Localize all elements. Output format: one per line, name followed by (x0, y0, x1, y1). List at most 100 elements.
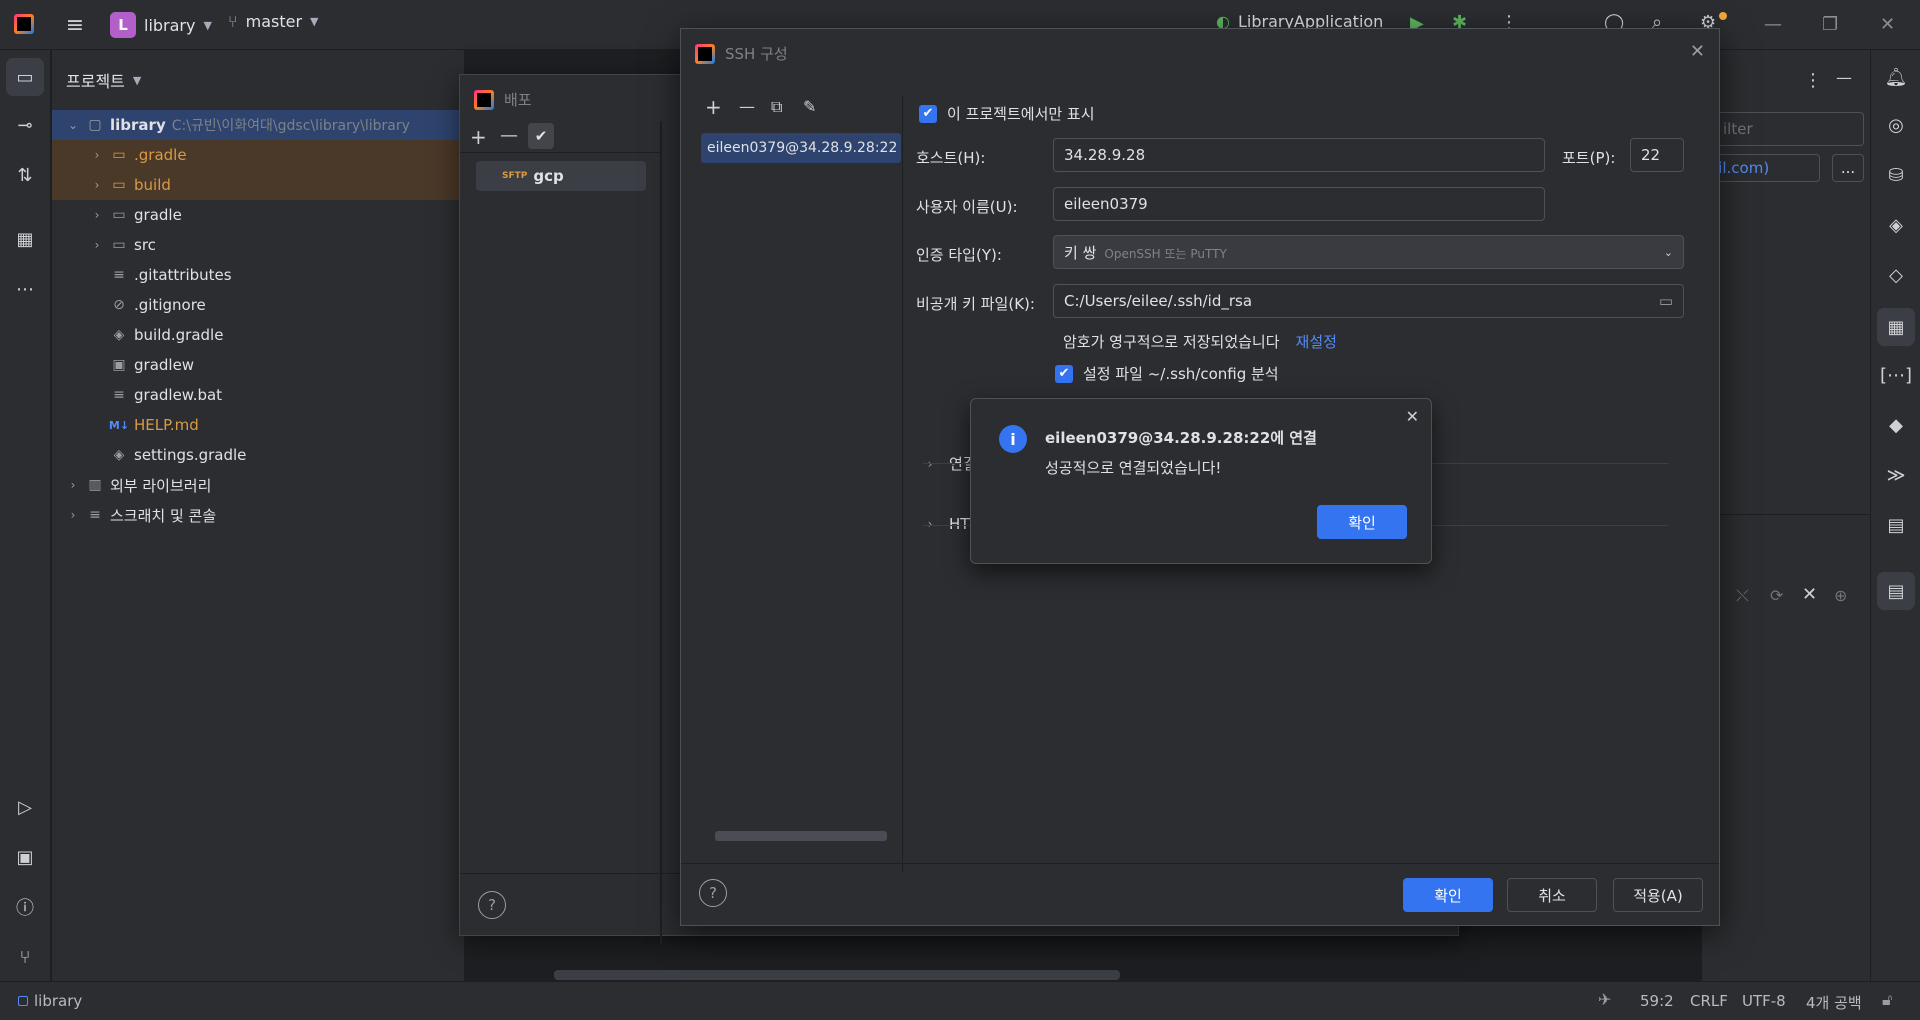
app-logo-icon (474, 89, 494, 110)
divider (681, 863, 1719, 864)
tree-row[interactable]: ≡ .gitattributes (52, 260, 464, 290)
locate-icon[interactable]: ⊕ (1834, 586, 1847, 605)
lock-icon[interactable]: 🔓︎ (1882, 990, 1892, 1010)
app-logo-icon (695, 43, 715, 64)
remove-config-icon[interactable]: — (739, 97, 755, 116)
filter-input[interactable]: ilter (1716, 112, 1864, 146)
tree-row[interactable]: ◈ settings.gradle (52, 440, 464, 470)
pull-requests-icon[interactable]: ⇅ (12, 162, 38, 188)
keyfile-input[interactable]: C:/Users/eilee/.ssh/id_rsa ▭ (1053, 284, 1684, 318)
line-separator[interactable]: CRLF (1690, 992, 1728, 1010)
status-project[interactable]: library (18, 992, 82, 1010)
project-tool-icon[interactable]: ▭ (6, 58, 44, 96)
collapse-icon[interactable]: ⤬ (1736, 586, 1749, 606)
add-config-icon[interactable]: + (705, 95, 722, 119)
file-encoding[interactable]: UTF-8 (1742, 992, 1786, 1010)
restore-icon[interactable]: ❐ (1822, 14, 1838, 35)
tree-row[interactable]: ≡ gradlew.bat (52, 380, 464, 410)
popup-ok-button[interactable]: 확인 (1317, 505, 1407, 539)
project-panel-header[interactable]: 프로젝트 ▼ (66, 68, 141, 92)
more-tools-icon[interactable]: ⋯ (12, 276, 38, 302)
no-inspections-icon[interactable]: ✈ (1598, 990, 1611, 1009)
tree-item-label: build (134, 176, 171, 194)
apply-button[interactable]: 적용(A) (1613, 878, 1703, 912)
folder-browse-icon[interactable]: ▭ (1659, 292, 1673, 310)
ai-assistant-icon[interactable]: ◎ (1883, 112, 1909, 138)
set-default-icon[interactable]: ✔ (528, 123, 554, 149)
close-icon[interactable]: ✕ (1690, 41, 1705, 62)
close-icon[interactable]: ✕ (1406, 407, 1419, 426)
problems-icon[interactable]: ⓘ (12, 894, 38, 920)
tree-row[interactable]: › ▭ build (52, 170, 464, 200)
project-selector[interactable]: L library ▼ (110, 12, 212, 38)
app-logo-icon[interactable] (14, 14, 34, 34)
chevron-right-icon: › (70, 478, 76, 492)
list-scrollbar[interactable] (715, 831, 887, 841)
minimize-icon[interactable]: — (1764, 14, 1782, 35)
tree-row[interactable]: M↓ HELP.md (52, 410, 464, 440)
indent-setting[interactable]: 4개 공백 (1806, 992, 1862, 1013)
refresh-icon[interactable]: ⟳ (1770, 586, 1783, 605)
structure-icon[interactable]: ▦ (12, 226, 38, 252)
tree-row[interactable]: › ▭ src (52, 230, 464, 260)
horizontal-scrollbar[interactable] (554, 970, 1120, 980)
remove-server-icon[interactable]: — (500, 125, 518, 146)
tree-row[interactable]: ◈ build.gradle (52, 320, 464, 350)
tree-row[interactable]: › ▭ .gradle (52, 140, 464, 170)
caret-position[interactable]: 59:2 (1640, 992, 1674, 1010)
tree-row[interactable]: › ▭ gradle (52, 200, 464, 230)
status-bar: library ✈ 59:2 CRLF UTF-8 4개 공백 🔓︎ (0, 981, 1920, 1020)
show-only-project-checkbox[interactable]: ✔ 이 프로젝트에서만 표시 (919, 103, 1095, 124)
commit-icon[interactable]: ⊸ (12, 112, 38, 138)
reset-password-link[interactable]: 재설정 (1296, 331, 1337, 352)
close-icon[interactable]: ✕ (1802, 584, 1817, 605)
branch-selector[interactable]: ⑂ master ▼ (228, 12, 319, 31)
folder-icon: ▭ (112, 147, 126, 163)
help-button[interactable]: ? (478, 891, 506, 919)
parse-config-checkbox[interactable]: ✔ 설정 파일 ~/.ssh/config 분석 (1055, 363, 1279, 384)
database-icon[interactable]: ⛁ (1883, 162, 1909, 188)
notifications-icon[interactable]: 🔔︎ (1883, 64, 1909, 90)
host-input[interactable]: 34.28.9.28 (1053, 138, 1545, 172)
port-input[interactable]: 22 (1630, 138, 1684, 172)
tree-item-label: .gradle (134, 146, 187, 164)
main-menu-icon[interactable]: ≡ (62, 12, 88, 38)
fast-forward-icon[interactable]: ≫ (1883, 462, 1909, 488)
edit-config-icon[interactable]: ✎ (803, 97, 816, 116)
server-icon[interactable]: ▤ (1883, 512, 1909, 538)
services-stack-icon[interactable]: ▤ (1877, 572, 1915, 610)
git-icon[interactable]: ⑂ (12, 944, 38, 970)
dialog-title: 배포 (504, 91, 532, 109)
folder-icon: ▭ (112, 207, 126, 223)
close-window-icon[interactable]: ✕ (1880, 14, 1895, 35)
auth-type-select[interactable]: 키 쌍 OpenSSH 또는 PuTTY ⌄ (1053, 235, 1684, 269)
module-icon (18, 996, 28, 1006)
config-list-item[interactable]: eileen0379@34.28.9.28:22 키 (701, 133, 901, 163)
terminal-icon[interactable]: ▣ (12, 844, 38, 870)
tree-row-scratches[interactable]: › ≡ 스크래치 및 콘솔 (52, 500, 464, 530)
project-badge: L (110, 12, 136, 38)
minimize-panel-icon[interactable]: — (1836, 68, 1852, 87)
remote-host-icon[interactable]: ▦ (1877, 308, 1915, 346)
tree-row[interactable]: ▣ gradlew (52, 350, 464, 380)
server-list-item[interactable]: SFTP gcp (476, 161, 646, 191)
chevron-right-icon: › (94, 208, 100, 222)
services-icon[interactable]: ▷ (12, 794, 38, 820)
tree-item-label: gradlew (134, 356, 195, 374)
username-input[interactable]: eileen0379 (1053, 187, 1545, 221)
add-server-icon[interactable]: + (470, 125, 487, 149)
help-button[interactable]: ? (699, 879, 727, 907)
tree-row-external-libs[interactable]: › ▥ 외부 라이브러리 (52, 470, 464, 500)
layers-icon[interactable]: ◇ (1883, 262, 1909, 288)
tree-item-label: settings.gradle (134, 446, 247, 464)
tree-row[interactable]: ⊘ .gitignore (52, 290, 464, 320)
gradle-icon[interactable]: ◈ (1883, 212, 1909, 238)
endpoints-icon[interactable]: [⋯] (1880, 362, 1912, 388)
diamond-arrows-icon[interactable]: ◆ (1883, 412, 1909, 438)
tree-row-root[interactable]: ⌄ ▢ library C:\규빈\이화여대\gdsc\library\libr… (52, 110, 464, 140)
copy-config-icon[interactable]: ⧉ (771, 97, 782, 117)
more-icon[interactable]: ⋮ (1804, 70, 1822, 91)
ok-button[interactable]: 확인 (1403, 878, 1493, 912)
cancel-button[interactable]: 취소 (1507, 878, 1597, 912)
browse-button[interactable]: ... (1832, 154, 1864, 182)
